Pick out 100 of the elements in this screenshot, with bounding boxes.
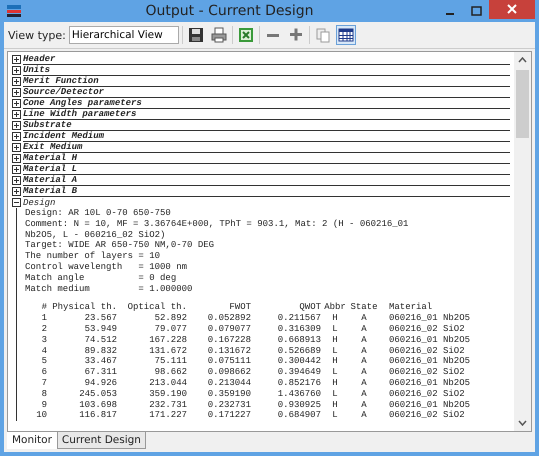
tree-heading[interactable]: Exit Medium <box>23 142 510 153</box>
table-cell-text: 8 <box>40 388 47 400</box>
table-cell-text: 0.394649 <box>276 367 321 378</box>
view-type-field[interactable]: Hierarchical View <box>68 26 179 44</box>
table-cell-text: H <box>331 378 339 389</box>
tree-heading[interactable]: Material A <box>23 175 510 186</box>
table-cell-text: 9 <box>40 400 47 410</box>
expand-icon[interactable] <box>12 77 21 86</box>
table-cell-text: 060216_01 Nb2O5 <box>388 334 472 346</box>
table-cell-text: 0.211567 <box>276 313 321 324</box>
tab[interactable]: Monitor <box>7 432 57 449</box>
expand-icon[interactable] <box>12 165 21 174</box>
column-header: State <box>349 302 378 314</box>
table-cell-text: 5 <box>40 356 47 368</box>
table-cell-text: 0.526689 <box>276 346 321 356</box>
table-cell-text: A <box>360 324 368 335</box>
design-line: Match medium = 1.000000 <box>25 284 194 294</box>
expand-icon[interactable] <box>12 121 21 130</box>
table-cell-text: 98.662 <box>154 367 187 378</box>
table-cell-text: 213.044 <box>148 378 187 389</box>
table-cell-text: A <box>360 410 368 422</box>
table-cell-text: 2 <box>40 324 47 335</box>
tree-heading[interactable]: Cone Angles parameters <box>23 98 510 109</box>
table-cell-text: 79.077 <box>154 324 187 335</box>
table-button[interactable] <box>336 25 356 45</box>
table-cell-text: 4 <box>40 346 47 356</box>
table-cell-text: 0.079077 <box>206 324 251 335</box>
table-cell-text: L <box>331 346 339 356</box>
table-cell-text: L <box>331 324 339 335</box>
tree-heading[interactable]: Substrate <box>23 120 510 131</box>
printer-icon <box>210 26 228 44</box>
tree-heading[interactable]: Material L <box>23 164 510 175</box>
table-cell-text: 232.731 <box>148 400 187 410</box>
tree-heading[interactable]: Material H <box>23 153 510 164</box>
design-line: Match angle = 0 deg <box>25 272 178 284</box>
table-cell-text: 131.672 <box>148 346 187 356</box>
tree-heading[interactable]: Header <box>23 54 510 65</box>
table-cell-text: 060216_01 Nb2O5 <box>388 378 472 389</box>
column-header: # <box>40 302 47 314</box>
expand-icon[interactable] <box>12 55 21 64</box>
spreadsheet-icon <box>236 26 255 44</box>
table-cell-text: 0.131672 <box>206 346 251 356</box>
table-cell-text: H <box>331 400 339 410</box>
table-cell-text: 89.832 <box>84 346 117 356</box>
tree-heading[interactable]: Source/Detector <box>23 87 510 98</box>
table-cell-text: 171.227 <box>148 410 187 422</box>
table-cell-text: 060216_02 SiO2 <box>388 410 466 422</box>
table-icon <box>336 26 355 44</box>
app-icon <box>6 4 22 18</box>
table-cell-text: 3 <box>40 334 47 346</box>
table-cell-text: 94.926 <box>84 378 117 389</box>
table-cell-text: 0.232731 <box>206 400 251 410</box>
design-line: Design: AR 10L 0-70 650-750 <box>25 208 172 219</box>
table-cell-text: 167.228 <box>148 334 187 346</box>
expand-icon[interactable] <box>12 66 21 75</box>
expand-icon[interactable] <box>12 187 21 196</box>
expand-icon[interactable] <box>12 99 21 108</box>
table-cell-text: 0.668913 <box>276 334 321 346</box>
table-cell-text: 1.436760 <box>276 388 321 400</box>
table-cell-text: 060216_01 Nb2O5 <box>388 313 472 324</box>
table-cell-text: L <box>331 410 339 422</box>
save-icon <box>186 26 205 44</box>
table-cell-text: 1 <box>40 313 47 324</box>
table-cell-text: 7 <box>40 378 47 389</box>
tree-heading[interactable]: Units <box>23 65 510 76</box>
tree-heading[interactable]: Merit Function <box>23 76 510 87</box>
table-cell-text: A <box>360 388 368 400</box>
design-line: Target: WIDE AR 650-750 NM,0-70 DEG <box>25 240 216 252</box>
table-cell-text: 52.892 <box>154 313 187 324</box>
tab[interactable]: Current Design <box>56 432 146 449</box>
table-cell-text: 10 <box>35 410 47 422</box>
expand-icon[interactable] <box>12 132 21 141</box>
table-cell-text: 060216_02 SiO2 <box>388 324 466 335</box>
tree-heading[interactable]: Line Width parameters <box>23 109 510 120</box>
table-cell-text: L <box>331 388 339 400</box>
close-icon[interactable] <box>489 0 535 19</box>
window-title: Output - Current Design <box>144 3 314 19</box>
printer-button[interactable] <box>208 25 229 45</box>
collapse-icon[interactable] <box>12 198 21 207</box>
expand-icon[interactable] <box>12 154 21 163</box>
design-line: Nb2O5, L - 060216_02 SiO2) <box>25 230 166 240</box>
design-line: The number of layers = 10 <box>25 251 162 262</box>
table-cell-text: A <box>360 313 368 324</box>
table-cell-text: 33.467 <box>84 356 117 368</box>
column-header: Physical th. <box>51 302 117 314</box>
column-header: FWOT <box>228 302 251 314</box>
tree-heading[interactable]: Incident Medium <box>23 131 510 142</box>
table-cell-text: 0.684907 <box>276 410 321 422</box>
tree-heading[interactable]: Material B <box>23 186 510 197</box>
table-cell-text: 0.930925 <box>276 400 321 410</box>
expand-icon[interactable] <box>12 110 21 119</box>
expand-icon[interactable] <box>12 176 21 185</box>
scrollbar-thumb[interactable] <box>516 70 529 138</box>
expand-icon[interactable] <box>12 88 21 97</box>
expand-icon[interactable] <box>12 143 21 152</box>
table-cell-text: A <box>360 346 368 356</box>
minus-icon <box>266 34 279 36</box>
tree-heading[interactable]: Design <box>23 198 510 208</box>
column-header: Optical th. <box>126 302 187 314</box>
table-cell-text: 060216_02 SiO2 <box>388 367 466 378</box>
